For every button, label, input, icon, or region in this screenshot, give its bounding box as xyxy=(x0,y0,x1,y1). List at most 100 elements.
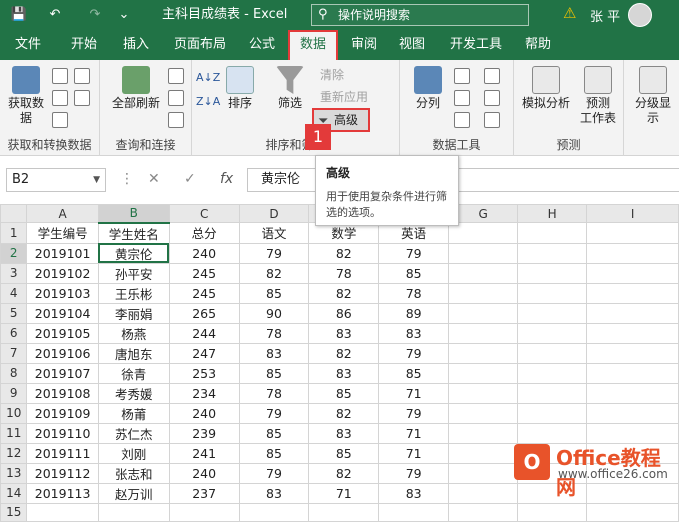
cell[interactable] xyxy=(448,262,519,284)
cell[interactable] xyxy=(586,382,679,404)
cell[interactable] xyxy=(448,402,519,424)
name-box[interactable]: B2 ▼ xyxy=(6,168,106,192)
cell[interactable] xyxy=(448,382,519,404)
header-cell[interactable]: 语文 xyxy=(238,222,310,244)
header-cell[interactable]: 学生编号 xyxy=(26,222,99,244)
cell[interactable]: 85 xyxy=(378,262,450,284)
cell[interactable]: 78 xyxy=(308,262,380,284)
cell[interactable] xyxy=(586,362,679,384)
tab-home[interactable]: 开始 xyxy=(60,30,108,60)
row-header[interactable]: 12 xyxy=(0,442,28,464)
forecast-sheet-button[interactable]: 预测 工作表 xyxy=(576,66,620,126)
cell[interactable]: 85 xyxy=(238,442,310,464)
cancel-icon[interactable]: ✕ xyxy=(148,171,160,187)
tab-formulas[interactable]: 公式 xyxy=(240,30,284,60)
cell[interactable] xyxy=(448,442,519,464)
filter-button[interactable]: 筛选 xyxy=(272,66,308,111)
cell[interactable]: 90 xyxy=(238,302,310,324)
existing-connections-icon[interactable] xyxy=(74,90,90,106)
queries-connections-icon[interactable] xyxy=(168,68,184,84)
cell[interactable]: 2019110 xyxy=(26,422,99,444)
cell[interactable]: 89 xyxy=(378,302,450,324)
row-header[interactable]: 14 xyxy=(0,482,28,504)
cell[interactable]: 83 xyxy=(308,362,380,384)
cell[interactable]: 71 xyxy=(378,382,450,404)
row-header[interactable]: 3 xyxy=(0,262,28,284)
cell[interactable] xyxy=(586,262,679,284)
cell[interactable]: 265 xyxy=(168,302,240,324)
cell[interactable] xyxy=(448,342,519,364)
cell[interactable]: 240 xyxy=(168,242,240,264)
cell[interactable]: 83 xyxy=(238,482,310,504)
select-all-corner[interactable] xyxy=(0,204,28,223)
cell[interactable] xyxy=(517,322,588,344)
cell[interactable]: 83 xyxy=(378,482,450,504)
consolidate-icon[interactable] xyxy=(484,68,500,84)
cell[interactable]: 253 xyxy=(168,362,240,384)
tab-page-layout[interactable]: 页面布局 xyxy=(166,30,234,60)
cell[interactable]: 王乐彬 xyxy=(97,282,170,304)
row-header[interactable]: 5 xyxy=(0,302,28,324)
cell[interactable] xyxy=(517,362,588,384)
cell[interactable]: 241 xyxy=(168,442,240,464)
row-header[interactable]: 15 xyxy=(0,502,28,522)
cell[interactable]: 85 xyxy=(238,422,310,444)
cell[interactable]: 82 xyxy=(308,462,380,484)
cell[interactable]: 78 xyxy=(238,322,310,344)
cell[interactable]: 237 xyxy=(168,482,240,504)
cell[interactable]: 79 xyxy=(238,402,310,424)
cell[interactable] xyxy=(517,262,588,284)
cell[interactable]: 杨燕 xyxy=(97,322,170,344)
row-header[interactable]: 4 xyxy=(0,282,28,304)
row-header[interactable]: 11 xyxy=(0,422,28,444)
column-header-d[interactable]: D xyxy=(238,204,310,223)
tab-insert[interactable]: 插入 xyxy=(112,30,160,60)
cell[interactable] xyxy=(517,382,588,404)
cell[interactable] xyxy=(168,502,240,522)
column-header-a[interactable]: A xyxy=(26,204,99,223)
cell[interactable]: 2019107 xyxy=(26,362,99,384)
cell[interactable] xyxy=(586,302,679,324)
cell[interactable]: 85 xyxy=(308,442,380,464)
cell[interactable]: 79 xyxy=(378,242,450,264)
cell[interactable] xyxy=(448,302,519,324)
cell[interactable] xyxy=(517,502,588,522)
cell[interactable]: 85 xyxy=(238,282,310,304)
sort-az-icon[interactable]: A↓Z xyxy=(196,70,220,85)
row-header[interactable]: 1 xyxy=(0,222,28,244)
tab-review[interactable]: 审阅 xyxy=(344,30,384,60)
data-model-icon[interactable] xyxy=(484,112,500,128)
cell[interactable] xyxy=(517,402,588,424)
cell[interactable]: 79 xyxy=(378,462,450,484)
customize-qat-icon[interactable]: ⌄ xyxy=(116,4,132,26)
chevron-down-icon[interactable]: ▼ xyxy=(93,169,100,191)
row-header[interactable]: 9 xyxy=(0,382,28,404)
cell[interactable]: 82 xyxy=(308,242,380,264)
active-cell[interactable]: 黄宗伦 xyxy=(97,242,170,264)
cell[interactable]: 239 xyxy=(168,422,240,444)
cell[interactable] xyxy=(586,402,679,424)
cell[interactable] xyxy=(448,362,519,384)
cell[interactable]: 孙平安 xyxy=(97,262,170,284)
formula-input[interactable]: 黄宗伦 xyxy=(247,168,679,192)
relationships-icon[interactable] xyxy=(484,90,500,106)
cell[interactable]: 2019112 xyxy=(26,462,99,484)
column-header-b[interactable]: B xyxy=(97,204,170,224)
cell[interactable]: 86 xyxy=(308,302,380,324)
cell[interactable]: 247 xyxy=(168,342,240,364)
cell[interactable]: 83 xyxy=(378,322,450,344)
column-header-c[interactable]: C xyxy=(168,204,240,223)
cell[interactable]: 234 xyxy=(168,382,240,404)
cell[interactable] xyxy=(586,342,679,364)
cell[interactable]: 240 xyxy=(168,462,240,484)
cell[interactable]: 79 xyxy=(238,242,310,264)
cell[interactable]: 240 xyxy=(168,402,240,424)
cell[interactable]: 2019102 xyxy=(26,262,99,284)
row-header[interactable]: 7 xyxy=(0,342,28,364)
cell[interactable]: 2019106 xyxy=(26,342,99,364)
cell[interactable]: 李丽娟 xyxy=(97,302,170,324)
row-header[interactable]: 6 xyxy=(0,322,28,344)
cell[interactable] xyxy=(586,502,679,522)
cell[interactable]: 2019104 xyxy=(26,302,99,324)
cell[interactable] xyxy=(378,502,450,522)
